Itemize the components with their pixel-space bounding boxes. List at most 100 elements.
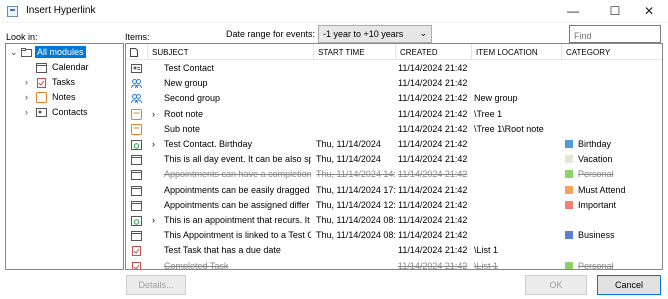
item-location-cell: \Tree 1 <box>474 108 503 119</box>
calendar-icon <box>131 170 142 181</box>
category-color-swatch <box>565 261 573 269</box>
task-icon <box>132 246 141 257</box>
cancel-button[interactable]: Cancel <box>597 275 661 295</box>
chevron-right-icon[interactable]: › <box>25 92 35 102</box>
table-row[interactable]: This is all day event. It can be also sp… <box>126 152 662 167</box>
start-time-cell: Thu, 11/14/2024 08:3 <box>316 215 395 225</box>
task-icon <box>37 78 46 88</box>
chevron-down-icon[interactable]: ⌄ <box>10 47 20 58</box>
subject-cell: New group <box>164 78 208 89</box>
table-row[interactable]: Test Task that has a due date 11/14/2024 … <box>126 243 662 258</box>
header-created[interactable]: CREATED <box>396 44 472 60</box>
details-button[interactable]: Details... <box>126 275 186 295</box>
recurring-calendar-icon <box>131 216 142 226</box>
header-item-location[interactable]: ITEM LOCATION <box>472 44 562 60</box>
calendar-icon <box>131 231 142 242</box>
table-row[interactable]: Second group 11/14/2024 21:42 New group <box>126 91 662 106</box>
category-cell: Must Attend <box>578 184 626 195</box>
calendar-icon <box>36 63 47 73</box>
hyperlink-app-icon <box>7 6 18 17</box>
created-cell: 11/14/2024 21:42 <box>398 123 468 134</box>
created-cell: 11/14/2024 21:42 <box>398 93 468 104</box>
tree-item-label: Notes <box>52 92 76 102</box>
calendar-icon <box>131 185 142 196</box>
maximize-button[interactable]: ☐ <box>596 0 634 23</box>
items-grid[interactable]: SUBJECT START TIME CREATED ITEM LOCATION… <box>125 43 663 270</box>
recurring-calendar-icon <box>131 140 142 150</box>
tree-item-label: Contacts <box>52 107 88 117</box>
item-location-cell: \Tree 1\Root note <box>474 123 544 134</box>
item-location-cell: \List 1 <box>474 245 499 256</box>
item-location-cell: \List 1 <box>474 260 499 270</box>
header-start-time[interactable]: START TIME <box>314 44 396 60</box>
category-cell: Birthday <box>578 139 612 149</box>
window-title: Insert Hyperlink <box>26 5 96 16</box>
subject-cell: Appointments can be assigned differ <box>164 199 310 210</box>
chevron-right-icon[interactable]: › <box>152 139 155 149</box>
table-row[interactable]: Completed Task 11/14/2024 21:42 \List 1 Per… <box>126 259 662 270</box>
table-row[interactable]: New group 11/14/2024 21:42 <box>126 76 662 91</box>
created-cell: 11/14/2024 21:42 <box>398 139 468 149</box>
chevron-right-icon[interactable]: › <box>152 109 155 119</box>
date-range-label: Date range for events: <box>226 29 316 39</box>
item-location-cell: New group <box>474 93 518 104</box>
table-row[interactable]: › Test Contact. Birthday Thu, 11/14/2024 11… <box>126 137 662 152</box>
created-cell: 11/14/2024 21:42 <box>398 199 468 210</box>
created-cell: 11/14/2024 21:42 <box>398 78 468 89</box>
title-bar: Insert Hyperlink — ☐ ✕ <box>0 0 668 23</box>
created-cell: 11/14/2024 21:42 <box>398 154 468 165</box>
chevron-right-icon[interactable]: › <box>152 215 155 225</box>
table-row[interactable]: Sub note 11/14/2024 21:42 \Tree 1\Root not… <box>126 122 662 137</box>
minimize-button[interactable]: — <box>554 0 592 23</box>
subject-cell: Root note <box>164 108 204 119</box>
modules-tree[interactable]: ⌄ All modules Calendar › Tasks › Notes ›… <box>5 43 124 270</box>
contact-icon <box>36 108 47 117</box>
table-row[interactable]: Test Contact 11/14/2024 21:42 <box>126 61 662 76</box>
category-cell: Vacation <box>578 154 613 165</box>
subject-cell: Sub note <box>164 123 201 134</box>
header-category[interactable]: CATEGORY <box>562 44 662 60</box>
find-input[interactable] <box>569 25 661 43</box>
start-time-cell: Thu, 11/14/2024 14:2 <box>316 169 395 180</box>
ok-button[interactable]: OK <box>525 275 587 295</box>
chevron-right-icon[interactable]: › <box>25 77 35 87</box>
subject-cell: Completed Task <box>164 260 229 270</box>
table-row[interactable]: Appointments can be easily dragged Thu, 1… <box>126 183 662 198</box>
date-range-select[interactable]: -1 year to +10 years ⌄ <box>318 25 432 43</box>
table-row[interactable]: This Appointment is linked to a Test C Th… <box>126 228 662 243</box>
header-icon-column[interactable] <box>126 44 148 60</box>
subject-cell: Test Contact <box>164 63 215 73</box>
category-cell: Personal <box>578 169 614 180</box>
table-row[interactable]: Appointments can be assigned differ Thu, … <box>126 198 662 213</box>
contact-card-icon <box>131 64 142 73</box>
created-cell: 11/14/2024 21:42 <box>398 184 468 195</box>
created-cell: 11/14/2024 21:42 <box>398 63 468 73</box>
note-icon <box>36 92 47 103</box>
header-subject[interactable]: SUBJECT <box>148 44 314 60</box>
category-color-swatch <box>565 200 573 209</box>
category-color-swatch <box>565 140 573 148</box>
tree-item-label: All modules <box>35 46 86 58</box>
table-row[interactable]: Appointments can have a completion Thu, 1… <box>126 167 662 182</box>
subject-cell: Appointments can be easily dragged <box>164 184 310 195</box>
created-cell: 11/14/2024 21:42 <box>398 245 468 256</box>
tree-item-label: Tasks <box>52 77 76 87</box>
date-range-value: -1 year to +10 years <box>323 29 404 39</box>
start-time-cell: Thu, 11/14/2024 12:3 <box>316 199 395 210</box>
table-row[interactable]: › Root note 11/14/2024 21:42 \Tree 1 <box>126 107 662 122</box>
group-icon <box>131 94 142 104</box>
close-button[interactable]: ✕ <box>630 0 668 23</box>
start-time-cell: Thu, 11/14/2024 08:3 <box>316 230 395 241</box>
calendar-icon <box>131 200 142 211</box>
category-color-swatch <box>565 231 573 240</box>
task-icon <box>132 261 141 269</box>
chevron-right-icon[interactable]: › <box>25 107 35 117</box>
category-color-swatch <box>565 155 573 164</box>
category-color-swatch <box>565 185 573 194</box>
subject-cell: This is all day event. It can be also sp… <box>164 154 311 165</box>
created-cell: 11/14/2024 21:42 <box>398 230 468 241</box>
note-icon <box>131 123 142 135</box>
folder-icon <box>21 48 32 57</box>
start-time-cell: Thu, 11/14/2024 17:0 <box>316 184 395 195</box>
table-row[interactable]: › This is an appointment that recurs. It … <box>126 213 662 228</box>
